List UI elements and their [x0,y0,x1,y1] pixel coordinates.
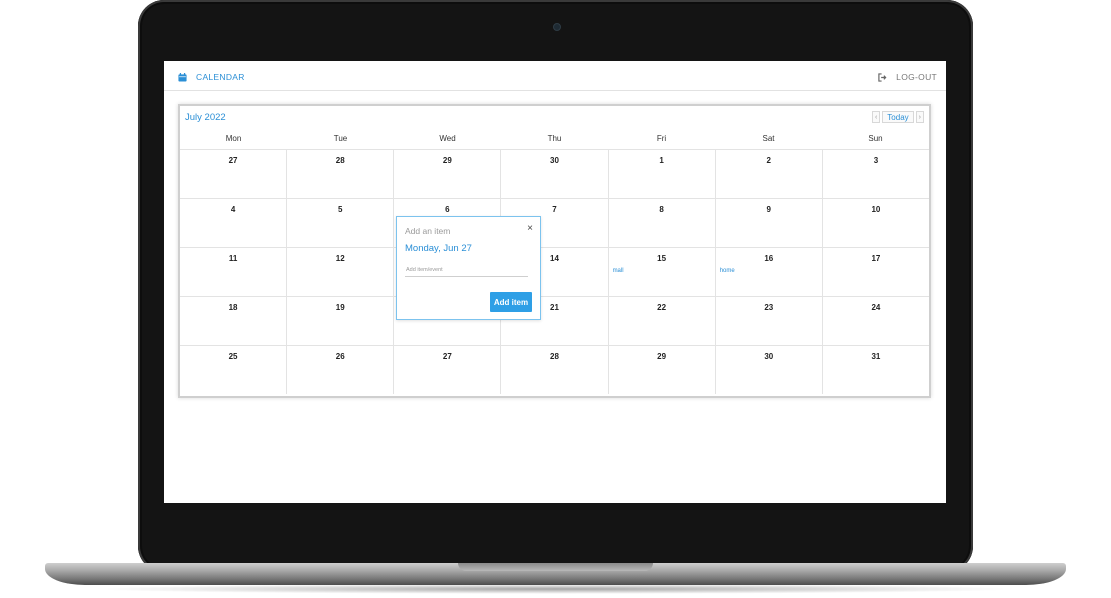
calendar-day[interactable]: 16 home [716,248,823,296]
calendar-day[interactable]: 24 [823,297,929,345]
calendar-day[interactable]: 3 [823,150,929,198]
day-number: 6 [445,205,450,214]
weekday-label: Mon [225,134,242,143]
day-number: 19 [335,303,345,312]
day-number: 15 [657,254,667,263]
calendar-day[interactable]: 11 [180,248,288,296]
calendar-day[interactable]: 31 [823,346,929,394]
calendar-day[interactable]: 5 [287,199,395,247]
add-item-button[interactable]: Add item [490,292,532,312]
laptop-shadow [90,584,1021,594]
day-number: 7 [552,205,557,214]
day-number: 10 [871,205,881,214]
day-number: 4 [230,205,236,214]
calendar-day[interactable]: 29 [394,150,502,198]
weekday-label: Thu [547,134,562,143]
calendar-day[interactable]: 17 [823,248,929,296]
calendar-day[interactable]: 4 [180,199,288,247]
add-item-popup: Add an item × Monday, Jun 27 Add item [396,216,541,320]
prev-month-button[interactable]: ‹ [871,111,881,123]
day-number: 18 [228,303,238,312]
day-number: 11 [228,254,238,263]
day-number: 25 [228,352,238,361]
weekday-label: Tue [333,134,348,143]
app-screen: CALENDAR LOG-OUT July 2022 ‹ Today › Mon… [164,61,946,503]
calendar-week: 27 28 29 30 1 2 3 [180,149,929,198]
calendar-week: 4 5 6 7 8 9 10 [180,198,929,247]
calendar-day[interactable]: 18 [180,297,288,345]
day-number: 27 [228,156,238,165]
day-number: 24 [871,303,881,312]
app-brand[interactable]: CALENDAR [178,70,245,84]
calendar-day[interactable]: 2 [716,150,823,198]
calendar-day[interactable]: 10 [823,199,929,247]
calendar-day[interactable]: 27 [180,150,288,198]
day-number: 16 [764,254,774,263]
calendar: July 2022 ‹ Today › Mon Tue Wed Thu Fri … [178,104,931,398]
logout-button[interactable]: LOG-OUT [878,70,937,84]
weekday-label: Wed [439,134,456,143]
popup-date: Monday, Jun 27 [405,243,472,254]
month-label: July 2022 [185,112,226,123]
laptop-camera [553,23,561,31]
close-icon[interactable]: × [527,224,533,234]
calendar-week: 25 26 27 28 29 30 31 [180,345,929,394]
calendar-event[interactable]: mall [613,268,624,274]
day-number: 30 [764,352,774,361]
day-number: 27 [442,352,452,361]
calendar-day[interactable]: 30 [716,346,823,394]
calendar-day[interactable]: 28 [287,150,395,198]
calendar-day[interactable]: 15 mall [609,248,716,296]
calendar-day[interactable]: 26 [287,346,395,394]
weekday-label: Sun [868,134,883,143]
calendar-week: 1112131415mall16home17 [180,247,929,296]
today-button[interactable]: Today [882,111,914,123]
calendar-grid: 27282930123456789101112131415mall16home1… [180,149,929,396]
top-bar: CALENDAR LOG-OUT [164,61,946,91]
day-number: 28 [335,156,345,165]
day-number: 12 [335,254,345,263]
day-number: 30 [550,156,559,165]
calendar-week: 18192021222324 [180,296,929,345]
calendar-day[interactable]: 1 [609,150,716,198]
day-number: 23 [764,303,774,312]
laptop-base-notch [458,563,653,571]
day-number: 22 [657,303,667,312]
day-number: 17 [871,254,881,263]
calendar-day[interactable]: 19 [287,297,395,345]
day-number: 31 [871,352,881,361]
calendar-day[interactable]: 27 [394,346,502,394]
calendar-day[interactable]: 29 [609,346,716,394]
calendar-day[interactable]: 30 [501,150,609,198]
day-number: 28 [550,352,559,361]
weekday-label: Fri [656,134,667,143]
calendar-day[interactable]: 9 [716,199,823,247]
calendar-day[interactable]: 22 [609,297,716,345]
day-number: 29 [657,352,667,361]
calendar-day[interactable]: 8 [609,199,716,247]
popup-title: Add an item [405,226,451,236]
day-number: 8 [659,205,664,214]
day-number: 2 [766,156,771,165]
calendar-day[interactable]: 23 [716,297,823,345]
day-number: 1 [659,156,664,165]
day-number: 3 [873,156,879,165]
day-number: 29 [442,156,452,165]
day-number: 5 [337,205,343,214]
calendar-icon [178,72,187,82]
next-month-button[interactable]: › [915,111,924,123]
weekday-header: Mon Tue Wed Thu Fri Sat Sun [180,134,929,149]
calendar-nav: ‹ Today › [871,111,924,123]
item-input[interactable] [405,264,528,277]
logout-label: LOG-OUT [896,72,937,82]
app-title: CALENDAR [196,72,245,82]
day-number: 26 [335,352,345,361]
logout-icon [878,72,887,82]
day-number: 9 [766,205,771,214]
calendar-event[interactable]: home [720,268,735,274]
calendar-day[interactable]: 25 [180,346,288,394]
calendar-day[interactable]: 28 [501,346,609,394]
weekday-label: Sat [762,134,775,143]
calendar-day[interactable]: 12 [287,248,395,296]
